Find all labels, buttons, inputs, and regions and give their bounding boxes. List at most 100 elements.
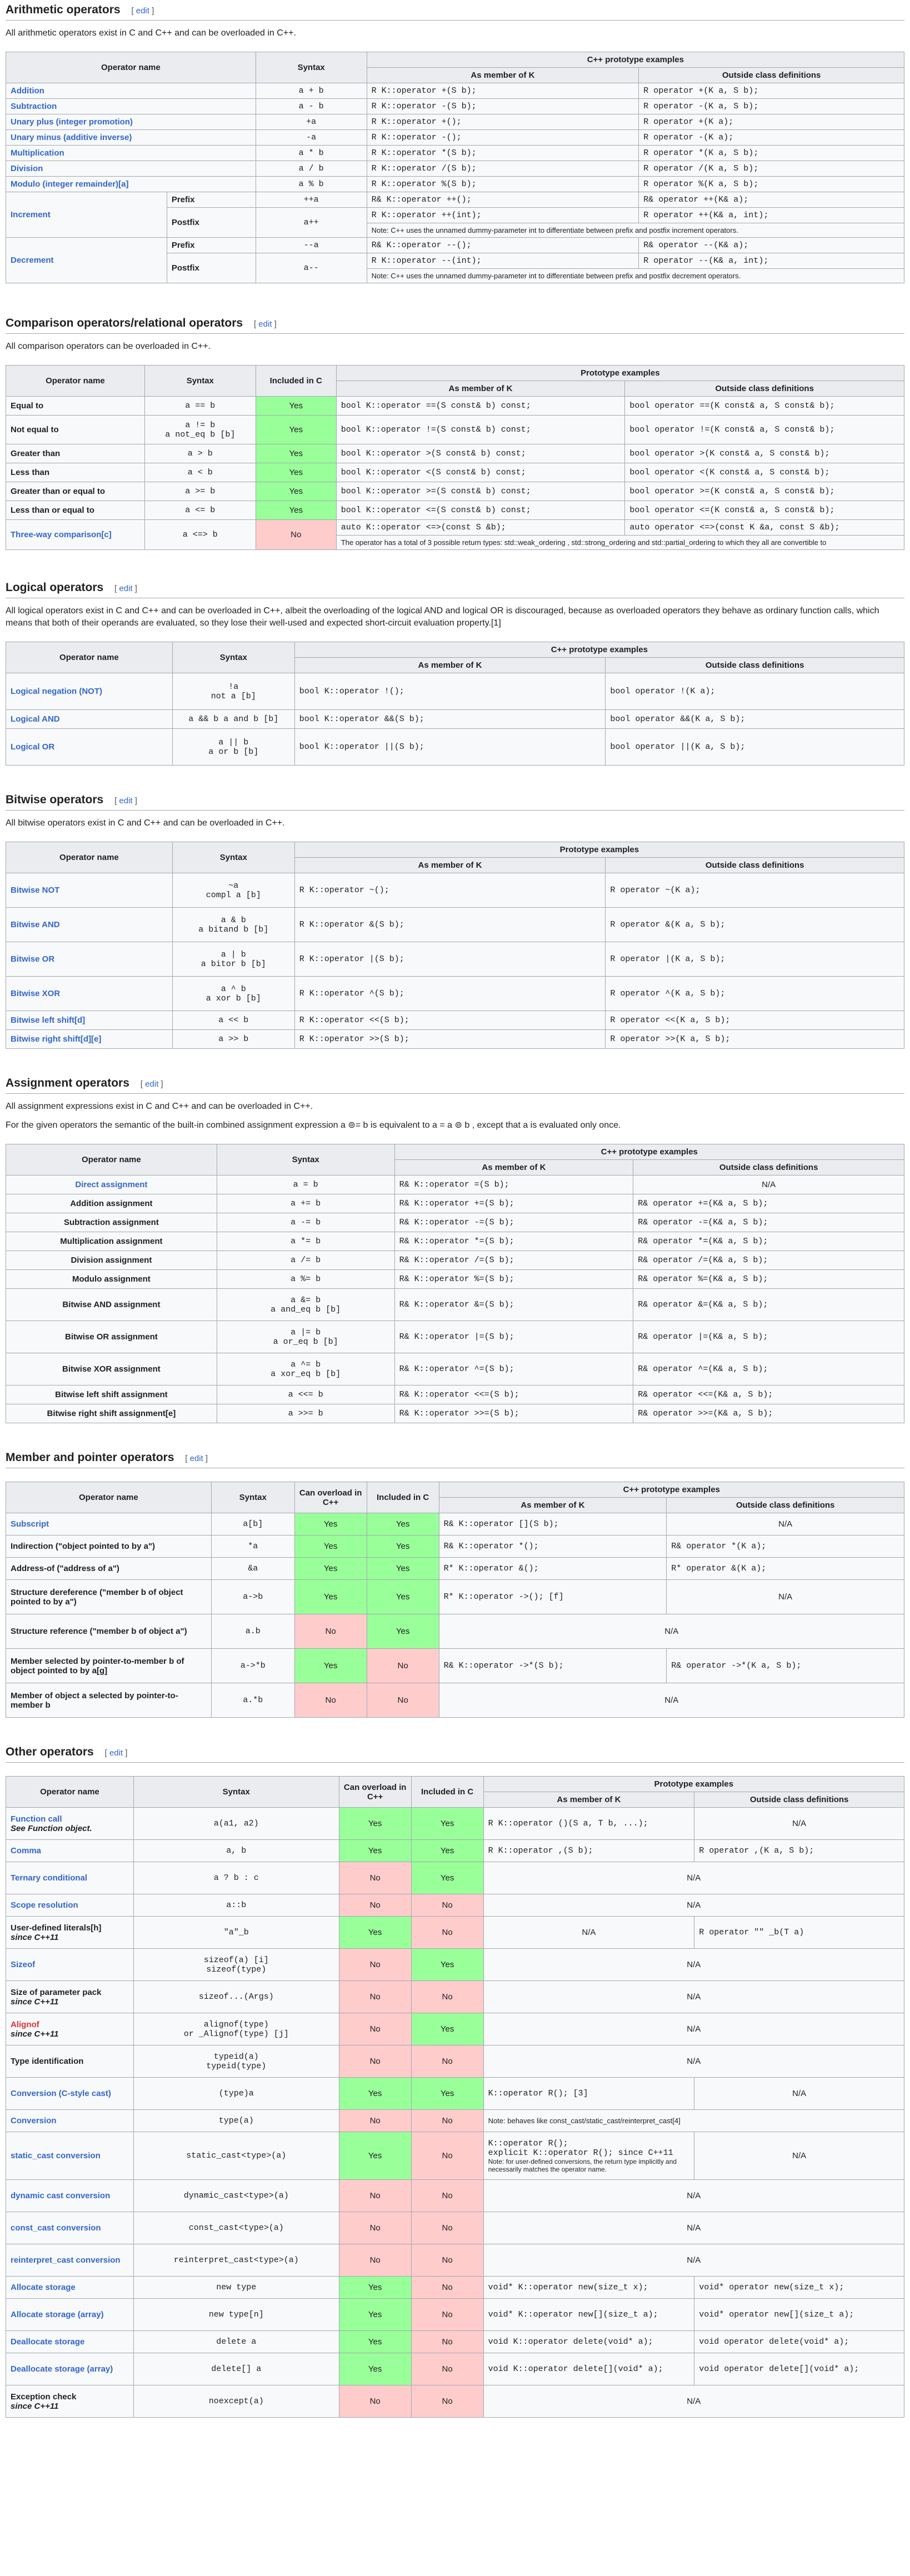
header-prototype: Prototype examples xyxy=(483,1776,905,1792)
operator-name-link[interactable]: Bitwise XOR xyxy=(6,976,173,1011)
syntax-text: static_cast<type>(a) xyxy=(186,2151,287,2160)
operator-name-link[interactable]: Bitwise NOT xyxy=(6,873,173,908)
operator-name-link[interactable]: Allocate storage xyxy=(6,2276,134,2299)
included-in-c: Yes xyxy=(411,1839,484,1862)
operator-name-link[interactable]: Deallocate storage xyxy=(6,2330,134,2353)
included-in-c: Yes xyxy=(411,2077,484,2110)
edit-link[interactable]: [ edit ] xyxy=(114,796,137,806)
included-in-c: No xyxy=(411,2132,484,2180)
operator-name-link[interactable]: Subtraction xyxy=(6,98,256,114)
operator-name-link[interactable]: dynamic cast conversion xyxy=(6,2179,134,2212)
operator-name-link[interactable]: Three-way comparison[c] xyxy=(6,519,145,550)
outside-prototype: bool operator &&(K a, S b); xyxy=(605,709,904,729)
operator-name-link[interactable]: Logical AND xyxy=(6,709,173,729)
table-row: static_cast conversion static_cast<type>(… xyxy=(6,2132,904,2180)
operator-name-link[interactable]: Unary minus (additive inverse) xyxy=(6,129,256,146)
operator-name-link[interactable]: Deallocate storage (array) xyxy=(6,2353,134,2385)
operator-name-link[interactable]: Decrement xyxy=(6,237,167,283)
outside-prototype: void operator delete[](void* a); xyxy=(694,2353,904,2385)
operator-name-text: Allocate storage xyxy=(11,2283,76,2292)
syntax-cell: a < b xyxy=(144,463,256,482)
included-in-c: Yes xyxy=(411,1862,484,1894)
edit-link[interactable]: [ edit ] xyxy=(254,319,277,329)
operator-name-link[interactable]: Increment xyxy=(6,192,167,238)
syntax-cell: type(a) xyxy=(133,2109,339,2132)
operator-name: Subtraction assignment xyxy=(6,1213,217,1232)
operator-name-link[interactable]: static_cast conversion xyxy=(6,2132,134,2180)
table-row: Address-of ("address of a") &a Yes Yes R* K:… xyxy=(6,1557,904,1580)
table-row: Deallocate storage (array) delete[] a Yes N… xyxy=(6,2353,904,2385)
operator-name-link[interactable]: Conversion (C-style cast) xyxy=(6,2077,134,2110)
outside-prototype: bool operator ==(K const& a, S const& b)… xyxy=(624,396,904,416)
operator-name-link[interactable]: Bitwise left shift[d] xyxy=(6,1011,173,1030)
member-pointer-table: Operator name Syntax Can overload in C++… xyxy=(6,1482,905,1718)
can-overload-cpp: No xyxy=(338,1862,412,1894)
syntax-text: delete[] a xyxy=(211,2364,262,2374)
syntax-cell: a && b a and b [b] xyxy=(172,709,295,729)
postfix-label: Postfix xyxy=(166,207,256,238)
syntax-cell: a << b xyxy=(172,1011,295,1030)
operator-name-text: Alignof xyxy=(11,2019,39,2029)
outside-prototype: R operator ^(K a, S b); xyxy=(605,976,904,1011)
syntax-cell: a ? b : c xyxy=(133,1862,339,1894)
operator-name-text: dynamic cast conversion xyxy=(11,2191,111,2200)
operator-name-link[interactable]: reinterpret_cast conversion xyxy=(6,2244,134,2277)
operator-name-link[interactable]: Logical OR xyxy=(6,728,173,766)
syntax-text: a - b xyxy=(298,102,324,111)
syntax-cell: a.b xyxy=(211,1614,295,1649)
included-in-c: No xyxy=(411,2353,484,2385)
outside-prototype: R operator &(K a, S b); xyxy=(605,907,904,942)
prototype-line: explicit K::operator R(); since C++11 xyxy=(488,2148,673,2158)
edit-link[interactable]: [ edit ] xyxy=(141,1079,163,1089)
syntax-cell: alignof(type) or _Alignof(type) [j] xyxy=(133,2013,339,2045)
operator-name: Not equal to xyxy=(6,415,145,444)
syntax-cell: a + b xyxy=(255,83,367,99)
note-text: Note: C++ uses the unnamed dummy-paramet… xyxy=(366,223,905,238)
section-heading-bitwise: Bitwise operators [ edit ] xyxy=(6,793,904,811)
operator-name-link[interactable]: const_cast conversion xyxy=(6,2212,134,2244)
edit-link[interactable]: [ edit ] xyxy=(185,1454,208,1463)
edit-link[interactable]: [ edit ] xyxy=(131,6,154,16)
member-prototype: bool K::operator ==(S const& b) const; xyxy=(336,396,626,416)
operator-name-link[interactable]: Logical negation (NOT) xyxy=(6,673,173,710)
operator-name-link[interactable]: Allocate storage (array) xyxy=(6,2298,134,2331)
operator-name-link[interactable]: Comma xyxy=(6,1839,134,1862)
table-row: Equal to a == b Yes bool K::operator ==(S c… xyxy=(6,396,904,416)
syntax-text: a = b xyxy=(293,1180,318,1189)
operator-name-link[interactable]: Function call See Function object. xyxy=(6,1807,134,1840)
operator-name-link[interactable]: Division xyxy=(6,161,256,177)
operator-name: User-defined literals[h] since C++11 xyxy=(6,1916,134,1949)
edit-link[interactable]: [ edit ] xyxy=(105,1748,128,1758)
operator-name-link[interactable]: Subscript xyxy=(6,1513,212,1535)
operator-name-text: Conversion xyxy=(11,2116,57,2125)
operator-name-link[interactable]: Conversion xyxy=(6,2109,134,2132)
operator-name-link[interactable]: Bitwise OR xyxy=(6,942,173,977)
table-row: Greater than a > b Yes bool K::operator >(S… xyxy=(6,444,904,463)
syntax-text: a ^ b xyxy=(221,984,246,994)
edit-link[interactable]: [ edit ] xyxy=(114,584,137,593)
operator-name-link[interactable]: Scope resolution xyxy=(6,1894,134,1917)
syntax-text: a >> b xyxy=(218,1034,249,1044)
operator-name-link[interactable]: Addition xyxy=(6,83,256,99)
syntax-cell: !a not a [b] xyxy=(172,673,295,710)
operator-name-link[interactable]: Modulo (integer remainder)[a] xyxy=(6,176,256,192)
operator-name-link[interactable]: Direct assignment xyxy=(6,1175,217,1194)
outside-prototype: R operator |(K a, S b); xyxy=(605,942,904,977)
prototype-na: N/A xyxy=(483,2385,905,2418)
operator-name-link[interactable]: Multiplication xyxy=(6,145,256,161)
syntax-cell: (type)a xyxy=(133,2077,339,2110)
can-overload-cpp: No xyxy=(294,1683,367,1718)
syntax-alt-text: a xor b [b] xyxy=(206,993,261,1003)
outside-prototype: R& operator <<=(K& a, S b); xyxy=(633,1385,904,1404)
member-prototype: R* K::operator &(); xyxy=(438,1557,667,1580)
included-in-c: Yes xyxy=(255,444,337,463)
operator-name-link[interactable]: Ternary conditional xyxy=(6,1862,134,1894)
table-row: Bitwise XOR assignment a ^= ba xor_eq b [… xyxy=(6,1353,904,1385)
operator-name-link[interactable]: Sizeof xyxy=(6,1948,134,1981)
operator-name-link[interactable]: Bitwise AND xyxy=(6,907,173,942)
table-row: Deallocate storage delete a Yes No void K::o… xyxy=(6,2330,904,2353)
operator-name-link[interactable]: Bitwise right shift[d][e] xyxy=(6,1029,173,1049)
member-prototype: R& K::operator ++(); xyxy=(366,192,639,208)
member-prototype: auto K::operator <=>(const S &b); xyxy=(336,519,626,536)
operator-name-link[interactable]: Unary plus (integer promotion) xyxy=(6,114,256,130)
